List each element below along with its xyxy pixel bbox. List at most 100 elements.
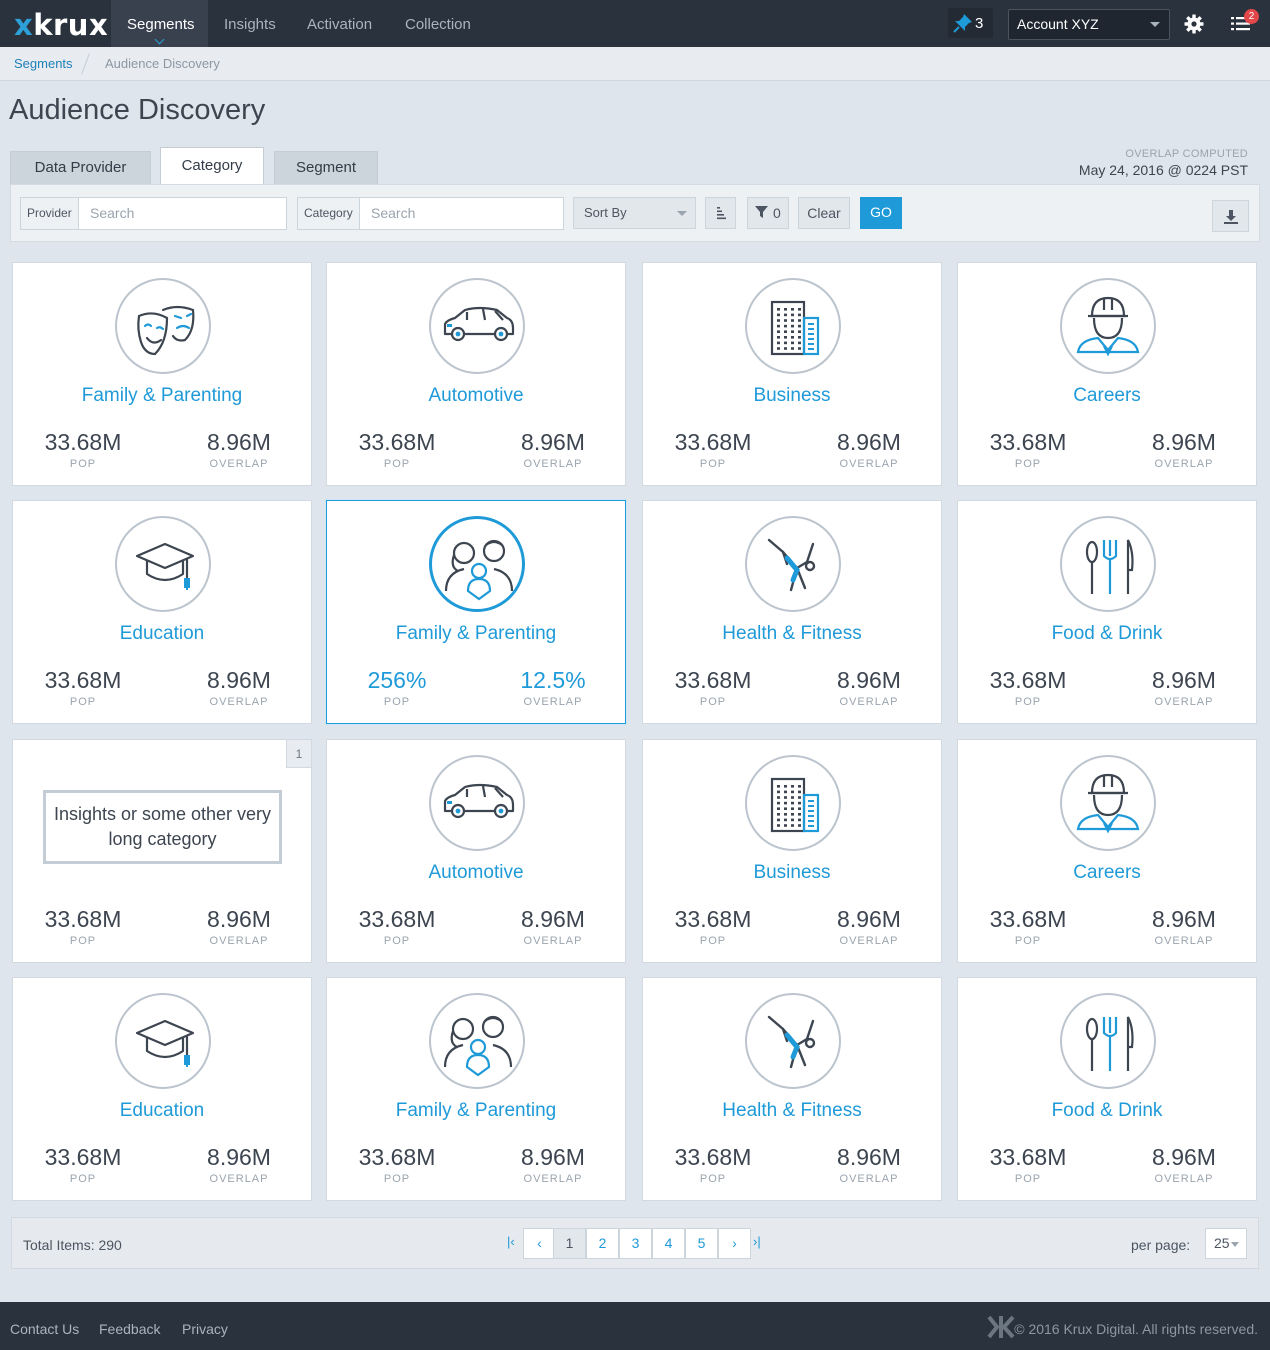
category-icon-circle — [1060, 755, 1156, 851]
caret-down-icon — [1231, 1242, 1239, 1247]
category-card[interactable]: Family & Parenting 33.68M POP 8.96M OVERLAP — [12, 262, 312, 486]
download-button[interactable] — [1212, 200, 1249, 232]
graduation-cap-icon — [135, 542, 195, 590]
clear-button[interactable]: Clear — [798, 197, 850, 229]
family-icon — [444, 539, 514, 601]
provider-search-input[interactable]: Search — [82, 198, 286, 229]
category-title[interactable]: Family & Parenting — [327, 623, 625, 645]
category-title[interactable]: Careers — [958, 862, 1256, 884]
breadcrumb-segments-link[interactable]: Segments — [14, 56, 73, 71]
breadcrumb-current: Audience Discovery — [105, 56, 220, 71]
pin-icon — [953, 14, 972, 33]
category-card[interactable]: Health & Fitness 33.68M POP 8.96M OVERLAP — [642, 500, 942, 724]
category-title[interactable]: Health & Fitness — [643, 623, 941, 645]
page-2-button[interactable]: 2 — [586, 1228, 619, 1259]
category-title[interactable]: Family & Parenting — [13, 385, 311, 407]
category-card[interactable]: Careers 33.68M POP 8.96M OVERLAP — [957, 739, 1257, 963]
category-card[interactable]: Food & Drink 33.68M POP 8.96M OVERLAP — [957, 977, 1257, 1201]
category-title[interactable]: Health & Fitness — [643, 1100, 941, 1122]
category-icon-circle — [745, 755, 841, 851]
category-search-input[interactable]: Search — [363, 198, 563, 229]
page-5-button[interactable]: 5 — [685, 1228, 718, 1259]
category-card[interactable]: Education 33.68M POP 8.96M OVERLAP — [12, 500, 312, 724]
pop-label: POP — [69, 935, 97, 947]
category-card[interactable]: Automotive 33.68M POP 8.96M OVERLAP — [326, 262, 626, 486]
krux-logo[interactable]: xkrux — [14, 8, 108, 42]
pop-value: 33.68M — [358, 906, 436, 932]
page-3-button[interactable]: 3 — [619, 1228, 652, 1259]
feedback-link[interactable]: Feedback — [99, 1321, 160, 1337]
category-title[interactable]: Food & Drink — [958, 1100, 1256, 1122]
pinned-segments-button[interactable]: 3 — [948, 8, 993, 38]
category-card[interactable]: Careers 33.68M POP 8.96M OVERLAP — [957, 262, 1257, 486]
overlap-value: 8.96M — [837, 1144, 901, 1170]
category-title[interactable]: Food & Drink — [958, 623, 1256, 645]
overlap-label: OVERLAP — [1154, 458, 1214, 470]
card-count-badge: 1 — [286, 740, 311, 768]
category-icon-circle — [1060, 516, 1156, 612]
privacy-link[interactable]: Privacy — [182, 1321, 228, 1337]
tab-segment[interactable]: Segment — [274, 151, 378, 184]
category-icon-circle — [429, 516, 525, 612]
category-card[interactable]: Insights or some other very long categor… — [12, 739, 312, 963]
category-title[interactable]: Business — [643, 385, 941, 407]
tab-data-provider[interactable]: Data Provider — [10, 151, 151, 184]
page-1-button[interactable]: 1 — [553, 1228, 586, 1259]
sort-by-select[interactable]: Sort By — [573, 197, 696, 229]
first-page-icon[interactable]: |‹ — [507, 1234, 515, 1249]
category-filter: Category Search — [297, 197, 564, 230]
nav-insights[interactable]: Insights — [208, 0, 292, 47]
sort-order-button[interactable] — [705, 197, 736, 229]
category-card[interactable]: Family & Parenting 256% POP 12.5% OVERLAP — [326, 500, 626, 724]
nav-collection[interactable]: Collection — [389, 0, 487, 47]
pagination-bar: Total Items: 290 |‹ ‹ 1 2 3 4 5 › ›| per… — [11, 1217, 1259, 1269]
pop-label: POP — [699, 696, 727, 708]
prev-page-button[interactable]: ‹ — [523, 1228, 556, 1259]
overlap-label: OVERLAP — [209, 1173, 269, 1185]
nav-segments[interactable]: Segments — [111, 0, 208, 47]
category-title[interactable]: Education — [13, 623, 311, 645]
pop-value: 33.68M — [674, 906, 752, 932]
category-title-box[interactable]: Insights or some other very long categor… — [43, 790, 282, 864]
nav-activation[interactable]: Activation — [291, 0, 388, 47]
category-title[interactable]: Business — [643, 862, 941, 884]
sort-by-label: Sort By — [584, 205, 627, 220]
pop-label: POP — [699, 458, 727, 470]
overlap-label: OVERLAP — [523, 696, 583, 708]
family-icon — [443, 1015, 513, 1077]
category-card[interactable]: Business 33.68M POP 8.96M OVERLAP — [642, 262, 942, 486]
overlap-value: 8.96M — [207, 1144, 271, 1170]
overlap-value: 8.96M — [837, 906, 901, 932]
theater-masks-icon — [137, 305, 195, 356]
contact-us-link[interactable]: Contact Us — [10, 1321, 79, 1337]
category-card[interactable]: Health & Fitness 33.68M POP 8.96M OVERLAP — [642, 977, 942, 1201]
overlap-value: 8.96M — [837, 667, 901, 693]
go-button[interactable]: GO — [860, 197, 902, 229]
page-4-button[interactable]: 4 — [652, 1228, 685, 1259]
per-page-select[interactable]: 25 — [1205, 1228, 1247, 1259]
category-title[interactable]: Automotive — [327, 862, 625, 884]
overlap-value: 8.96M — [1152, 429, 1216, 455]
tab-category[interactable]: Category — [160, 147, 264, 184]
account-select[interactable]: Account XYZ — [1008, 9, 1170, 40]
filter-button[interactable]: 0 — [747, 197, 789, 229]
last-page-icon[interactable]: ›| — [753, 1234, 761, 1249]
gear-icon[interactable] — [1184, 14, 1204, 34]
category-card[interactable]: Automotive 33.68M POP 8.96M OVERLAP — [326, 739, 626, 963]
category-title[interactable]: Family & Parenting — [327, 1100, 625, 1122]
category-card[interactable]: Food & Drink 33.68M POP 8.96M OVERLAP — [957, 500, 1257, 724]
category-card[interactable]: Education 33.68M POP 8.96M OVERLAP — [12, 977, 312, 1201]
provider-filter: Provider Search — [20, 197, 287, 230]
filter-count: 0 — [773, 205, 781, 221]
category-title[interactable]: Careers — [958, 385, 1256, 407]
breadcrumb: Segments Audience Discovery — [0, 47, 1270, 81]
next-page-button[interactable]: › — [718, 1228, 751, 1259]
category-card[interactable]: Business 33.68M POP 8.96M OVERLAP — [642, 739, 942, 963]
category-icon-circle — [115, 278, 211, 374]
category-title[interactable]: Education — [13, 1100, 311, 1122]
page-title: Audience Discovery — [9, 94, 266, 126]
category-card[interactable]: Family & Parenting 33.68M POP 8.96M OVERLAP — [326, 977, 626, 1201]
category-label: Category — [298, 198, 360, 229]
category-title[interactable]: Automotive — [327, 385, 625, 407]
pin-count: 3 — [975, 15, 984, 32]
